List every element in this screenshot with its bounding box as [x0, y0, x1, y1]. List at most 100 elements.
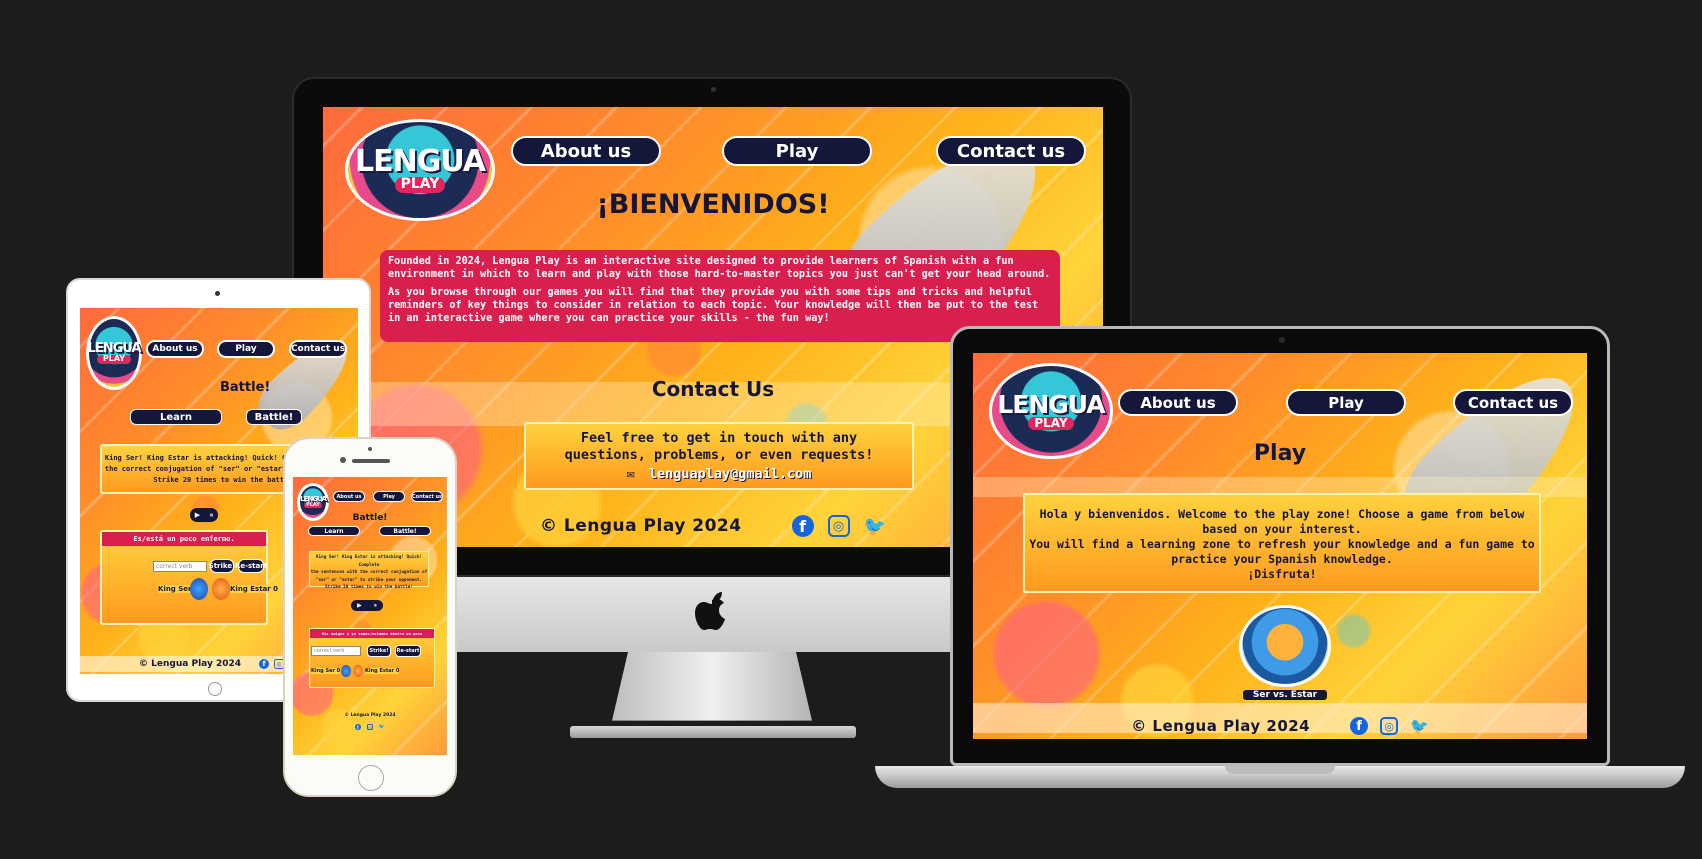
intro-paragraph-2: As you browse through our games you will…	[388, 287, 1039, 324]
laptop-notch	[1225, 766, 1335, 774]
phone-home-button[interactable]	[358, 765, 384, 791]
play-heading: Play	[1253, 441, 1307, 466]
logo-text: LENGUA	[997, 389, 1105, 419]
imac-stand	[612, 652, 812, 721]
play-icon[interactable]: ▶	[195, 511, 200, 519]
strike-button[interactable]: Strike!	[209, 559, 235, 573]
play-line-5: ¡Disfruta!	[1247, 567, 1317, 581]
story-line-1: King Ser! King Estar is attacking! Quick…	[315, 555, 423, 568]
facebook-icon[interactable]: f	[1350, 717, 1369, 735]
contact-email-row[interactable]: ✉ lenguaplay@gmail.com	[526, 466, 912, 483]
nav-about-us[interactable]: About us	[146, 340, 204, 358]
facebook-icon[interactable]: f	[354, 724, 361, 730]
verb-prompt: Es/está un poco enfermo.	[102, 532, 266, 546]
battle-story-box: King Ser! King Estar is attacking! Quick…	[309, 551, 429, 590]
footer-copyright: © Lengua Play 2024	[539, 516, 742, 536]
game-panel: Mis amigos y yo somos/estamos dentro un …	[309, 628, 435, 688]
intro-box: Founded in 2024, Lengua Play is an inter…	[380, 250, 1060, 342]
nav-about-us[interactable]: About us	[1118, 389, 1238, 416]
pause-icon[interactable]: ⏸	[210, 511, 214, 520]
king-ser-avatar	[341, 665, 351, 677]
story-line-2: the sentences with the correct conjugati…	[310, 570, 428, 575]
king-estar-avatar	[212, 578, 230, 600]
restart-button[interactable]: Re-start	[395, 645, 421, 657]
facebook-icon[interactable]: f	[259, 659, 269, 669]
nav-contact-us[interactable]: Contact us	[1453, 389, 1573, 416]
phone-screen: LENGUA PLAY About us Play Contact us Bat…	[293, 477, 447, 755]
audio-player[interactable]: ▶ ⏸	[351, 600, 383, 611]
battle-button[interactable]: Battle!	[379, 526, 431, 536]
nav-contact-us[interactable]: Contact us	[289, 340, 347, 358]
play-line-3: You will find a learning zone to refresh…	[1029, 537, 1535, 551]
contact-line-1: Feel free to get in touch with any	[580, 430, 858, 446]
verb-prompt: Mis amigos y yo somos/estamos dentro un …	[310, 629, 434, 638]
king-ser-avatar	[190, 578, 208, 600]
contact-line-2: questions, problems, or even requests!	[564, 447, 874, 463]
apple-logo-icon	[695, 592, 725, 630]
instagram-icon[interactable]: ◎	[366, 724, 373, 730]
laptop-footer: © Lengua Play 2024 f ◎ 🐦	[973, 714, 1587, 738]
tablet-camera	[215, 291, 220, 296]
nav-contact-us[interactable]: Contact us	[411, 491, 443, 502]
footer-copyright: © Lengua Play 2024	[1131, 717, 1311, 735]
site-logo[interactable]: LENGUA PLAY	[86, 316, 142, 390]
battle-button[interactable]: Battle!	[246, 409, 302, 425]
logo-subtext: PLAY	[304, 501, 322, 509]
play-line-1: Hola y bienvenidos. Welcome to the play …	[1039, 507, 1525, 521]
instagram-icon[interactable]: ◎	[1380, 717, 1399, 735]
twitter-icon[interactable]: 🐦	[864, 516, 886, 537]
verb-input[interactable]: correct verb	[153, 561, 207, 572]
story-line-4: Strike 20 times to win the battle!	[325, 585, 413, 590]
strike-button[interactable]: Strike!	[367, 645, 391, 657]
game-label[interactable]: Ser vs. Estar	[1243, 690, 1327, 700]
game-thumbnail[interactable]	[1239, 605, 1331, 687]
nav-play[interactable]: Play	[217, 340, 275, 358]
nav-play[interactable]: Play	[722, 136, 872, 166]
phone-speaker	[352, 459, 390, 463]
battle-heading: Battle!	[220, 380, 271, 395]
learn-button[interactable]: Learn	[308, 526, 360, 536]
twitter-icon[interactable]: 🐦	[1410, 717, 1429, 735]
phone-top-camera	[368, 447, 372, 451]
tablet-home-button[interactable]	[208, 682, 222, 696]
game-panel: Es/está un poco enfermo.	[100, 530, 268, 625]
logo-text: LENGUA	[355, 144, 486, 180]
phone-footer-social: f ◎ 🐦	[293, 722, 447, 732]
contact-box: Feel free to get in touch with any quest…	[524, 422, 914, 490]
laptop-camera	[1279, 337, 1285, 343]
nav-play[interactable]: Play	[1286, 389, 1406, 416]
instagram-icon[interactable]: ◎	[827, 515, 850, 537]
footer-copyright: © Lengua Play 2024	[139, 659, 241, 669]
battle-heading: Battle!	[352, 513, 388, 523]
twitter-icon[interactable]: 🐦	[379, 724, 385, 730]
play-intro-box: Hola y bienvenidos. Welcome to the play …	[1023, 493, 1541, 593]
phone-camera	[340, 457, 346, 463]
facebook-icon[interactable]: f	[791, 515, 814, 537]
score-king-estar: King Estar 0	[230, 585, 279, 593]
nav-about-us[interactable]: About us	[511, 136, 661, 166]
nav-contact-us[interactable]: Contact us	[936, 136, 1086, 166]
imac-camera	[711, 87, 716, 92]
story-line-3: "ser" or "estar" to strike your opponent…	[315, 577, 423, 583]
king-estar-avatar	[353, 665, 363, 677]
pause-icon[interactable]: ⏸	[374, 602, 377, 610]
logo-subtext: PLAY	[1028, 416, 1074, 431]
audio-player[interactable]: ▶ ⏸	[190, 508, 218, 522]
play-line-2: based on your interest.	[1202, 522, 1362, 536]
logo-subtext: PLAY	[96, 354, 132, 364]
laptop-screen: LENGUA PLAY About us Play Contact us Pla…	[973, 353, 1587, 739]
score-king-ser: King Ser 0	[311, 668, 341, 674]
restart-button[interactable]: Re-start	[235, 559, 267, 573]
email-icon: ✉	[626, 466, 635, 482]
welcome-heading: ¡BIENVENIDOS!	[596, 189, 830, 220]
phone-footer-copyright: © Lengua Play 2024	[344, 713, 396, 718]
score-king-estar: King Estar 0	[365, 668, 400, 674]
imac-base	[570, 726, 856, 738]
intro-paragraph-1: Founded in 2024, Lengua Play is an inter…	[388, 256, 1051, 280]
learn-button[interactable]: Learn	[130, 409, 222, 425]
verb-input[interactable]: correct verb	[311, 646, 361, 656]
contact-email-link[interactable]: lenguaplay@gmail.com	[649, 466, 812, 482]
nav-play[interactable]: Play	[373, 491, 405, 502]
play-icon[interactable]: ▶	[357, 602, 362, 609]
nav-about-us[interactable]: About us	[333, 491, 365, 502]
